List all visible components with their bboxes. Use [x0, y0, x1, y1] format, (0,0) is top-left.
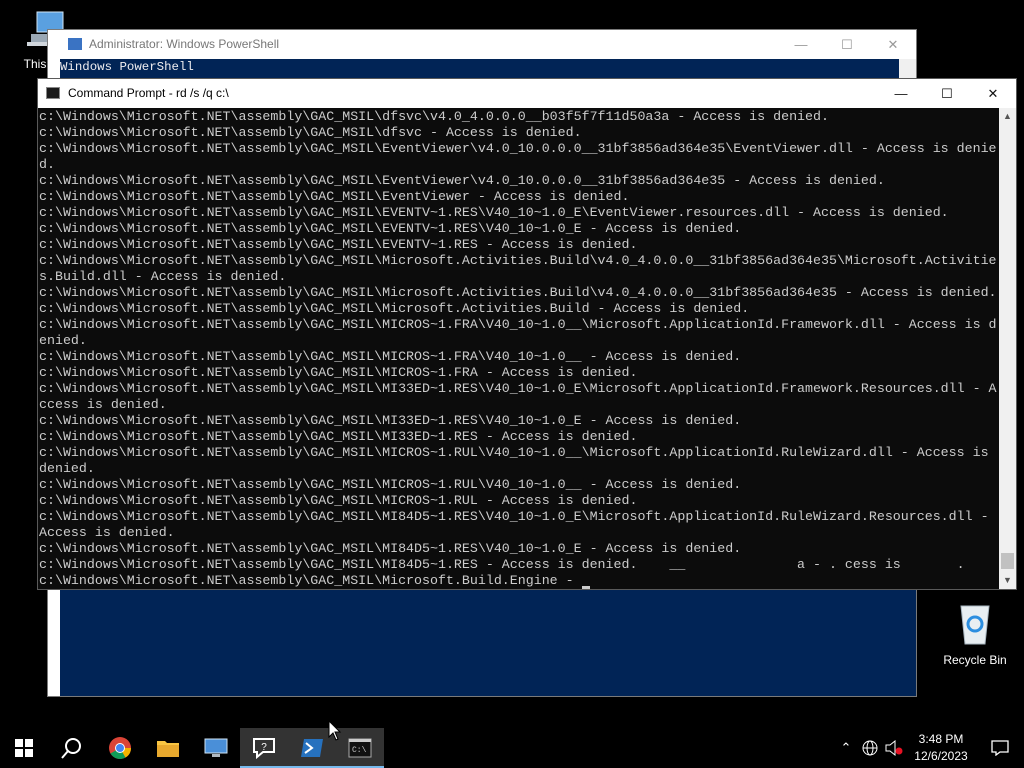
- cmd-output[interactable]: c:\Windows\Microsoft.NET\assembly\GAC_MS…: [39, 109, 997, 589]
- console-line: c:\Windows\Microsoft.NET\assembly\GAC_MS…: [39, 125, 582, 140]
- close-button[interactable]: ✕: [870, 30, 916, 59]
- console-line: ccess is denied.: [39, 397, 167, 412]
- powershell-title: Administrator: Windows PowerShell: [89, 37, 280, 51]
- cmd-scrollbar[interactable]: ▲ ▼: [999, 108, 1016, 589]
- maximize-button[interactable]: ☐: [824, 30, 870, 59]
- console-line: c:\Windows\Microsoft.NET\assembly\GAC_MS…: [39, 557, 965, 572]
- minimize-button[interactable]: —: [878, 79, 924, 108]
- console-line: c:\Windows\Microsoft.NET\assembly\GAC_MS…: [39, 541, 742, 556]
- clock[interactable]: 3:48 PM 12/6/2023: [906, 731, 976, 765]
- scroll-up-arrow-icon[interactable]: ▲: [999, 108, 1016, 125]
- console-line: c:\Windows\Microsoft.NET\assembly\GAC_MS…: [39, 285, 997, 300]
- quick-assist-icon: ?: [253, 738, 275, 760]
- console-line: c:\Windows\Microsoft.NET\assembly\GAC_MS…: [39, 445, 989, 460]
- console-line: c:\Windows\Microsoft.NET\assembly\GAC_MS…: [39, 429, 638, 444]
- folder-icon: [157, 741, 179, 757]
- console-line: c:\Windows\Microsoft.NET\assembly\GAC_MS…: [39, 477, 742, 492]
- console-line: c:\Windows\Microsoft.NET\assembly\GAC_MS…: [39, 141, 997, 156]
- computer-icon: [204, 738, 228, 757]
- powershell-line: Windows PowerShell: [60, 60, 194, 74]
- search-button[interactable]: [48, 728, 96, 768]
- console-line: c:\Windows\Microsoft.NET\assembly\GAC_MS…: [39, 221, 742, 236]
- maximize-button[interactable]: ☐: [924, 79, 970, 108]
- console-line: denied.: [39, 461, 95, 476]
- cmd-icon: [46, 87, 60, 99]
- console-line: c:\Windows\Microsoft.NET\assembly\GAC_MS…: [39, 573, 997, 589]
- close-button[interactable]: ✕: [970, 79, 1016, 108]
- console-line: d.: [39, 157, 55, 172]
- clock-date: 12/6/2023: [914, 749, 968, 763]
- taskbar-file-explorer[interactable]: [144, 728, 192, 768]
- network-icon[interactable]: [858, 728, 882, 768]
- console-line: enied.: [39, 333, 87, 348]
- scroll-down-arrow-icon[interactable]: ▼: [999, 572, 1016, 589]
- console-line: c:\Windows\Microsoft.NET\assembly\GAC_MS…: [39, 509, 989, 524]
- windows-logo-icon: [15, 739, 33, 757]
- command-prompt-window[interactable]: Command Prompt - rd /s /q c:\ — ☐ ✕ c:\W…: [38, 79, 1016, 589]
- taskbar-remote-desktop[interactable]: [192, 728, 240, 768]
- console-line: c:\Windows\Microsoft.NET\assembly\GAC_MS…: [39, 349, 742, 364]
- cmd-title: Command Prompt - rd /s /q c:\: [68, 86, 229, 100]
- recycle-bin-label: Recycle Bin: [943, 653, 1007, 667]
- console-line: c:\Windows\Microsoft.NET\assembly\GAC_MS…: [39, 173, 885, 188]
- console-line: c:\Windows\Microsoft.NET\assembly\GAC_MS…: [39, 301, 750, 316]
- powershell-icon: [301, 739, 323, 757]
- cmd-titlebar[interactable]: Command Prompt - rd /s /q c:\ — ☐ ✕: [38, 79, 1016, 108]
- taskbar-quick-assist[interactable]: ?: [240, 728, 288, 768]
- powershell-icon: [68, 38, 82, 50]
- clock-time: 3:48 PM: [918, 732, 964, 746]
- svg-text:C:\: C:\: [352, 746, 367, 755]
- console-line: c:\Windows\Microsoft.NET\assembly\GAC_MS…: [39, 189, 630, 204]
- console-line: c:\Windows\Microsoft.NET\assembly\GAC_MS…: [39, 381, 997, 396]
- recycle-bin-desktop-icon[interactable]: Recycle Bin: [940, 600, 1010, 667]
- taskbar-chrome[interactable]: [96, 728, 144, 768]
- console-line: c:\Windows\Microsoft.NET\assembly\GAC_MS…: [39, 317, 997, 332]
- console-line: c:\Windows\Microsoft.NET\assembly\GAC_MS…: [39, 493, 638, 508]
- cmd-icon: C:\: [348, 738, 372, 758]
- start-button[interactable]: [0, 728, 48, 768]
- taskbar: ? C:\ ⌃ 3:48 PM 12/6/2023: [0, 728, 1024, 768]
- powershell-titlebar[interactable]: Administrator: Windows PowerShell — ☐ ✕: [48, 30, 916, 59]
- powershell-scrollbar[interactable]: [899, 59, 916, 79]
- console-line: c:\Windows\Microsoft.NET\assembly\GAC_MS…: [39, 253, 997, 268]
- mouse-pointer-icon: [328, 720, 342, 741]
- console-line: s.Build.dll - Access is denied.: [39, 269, 287, 284]
- taskbar-command-prompt[interactable]: C:\: [336, 728, 384, 768]
- console-line: c:\Windows\Microsoft.NET\assembly\GAC_MS…: [39, 205, 949, 220]
- console-line: c:\Windows\Microsoft.NET\assembly\GAC_MS…: [39, 109, 829, 124]
- recycle-bin-icon: [960, 605, 990, 645]
- scroll-thumb[interactable]: [1001, 553, 1014, 569]
- volume-muted-icon[interactable]: [882, 728, 906, 768]
- minimize-button[interactable]: —: [778, 30, 824, 59]
- chrome-icon: [109, 737, 131, 759]
- console-line: c:\Windows\Microsoft.NET\assembly\GAC_MS…: [39, 237, 638, 252]
- console-line: Access is denied.: [39, 525, 175, 540]
- notification-center-button[interactable]: [976, 728, 1024, 768]
- console-line: c:\Windows\Microsoft.NET\assembly\GAC_MS…: [39, 413, 742, 428]
- console-line: c:\Windows\Microsoft.NET\assembly\GAC_MS…: [39, 365, 638, 380]
- search-icon: [61, 738, 81, 759]
- svg-text:?: ?: [261, 742, 267, 753]
- notification-icon: [991, 740, 1009, 756]
- chevron-up-icon[interactable]: ⌃: [834, 728, 858, 768]
- text-cursor: [581, 586, 590, 589]
